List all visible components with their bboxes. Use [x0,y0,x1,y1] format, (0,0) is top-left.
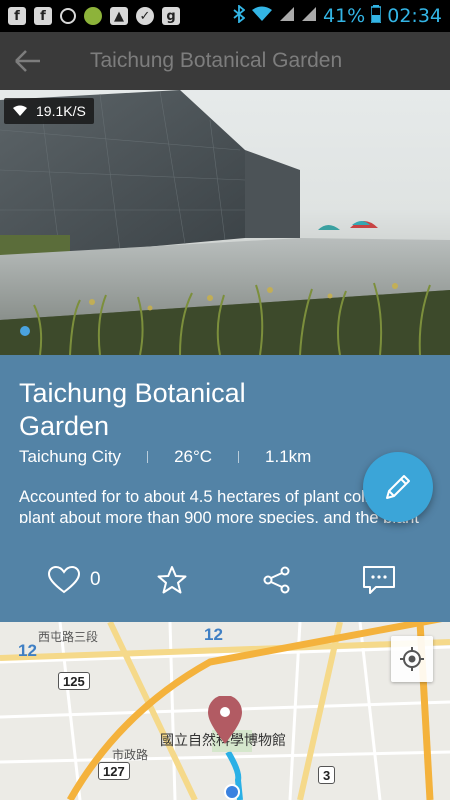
hero-image[interactable]: 19.1K/S [0,90,450,355]
network-speed: 19.1K/S [36,103,86,119]
app-icon [84,7,102,25]
network-speed-badge: 19.1K/S [4,98,94,124]
gps-icon [60,8,76,24]
favorite-button[interactable] [157,560,187,600]
edit-fab-button[interactable] [363,452,433,522]
pencil-icon [386,475,410,499]
share-icon [263,566,290,594]
route-shield: 125 [58,672,90,690]
back-button[interactable] [0,32,56,90]
action-bar: 0 [0,560,450,600]
place-meta: Taichung City 26°C 1.1km [19,447,311,467]
wifi-icon [251,5,273,27]
star-icon [157,566,187,594]
pager-indicator [20,326,30,336]
facebook-icon: f [34,7,52,25]
divider [147,451,149,463]
status-bar: f f ▲ ✓ g 41% 02:34 [0,0,450,32]
place-name: Taichung Botanical Garden [19,378,246,441]
bluetooth-icon [233,3,246,28]
page-title: Taichung Botanical Garden [90,49,343,72]
signal-icon [279,5,295,27]
temperature-label: 26°C [174,447,213,466]
image-icon: ▲ [110,7,128,25]
map-street-label: 西屯路三段 [38,630,99,644]
signal-icon [301,5,317,27]
crosshair-icon [400,647,424,671]
battery-percent: 41% [323,5,366,27]
arrow-left-icon [15,50,40,72]
share-button[interactable] [263,560,291,600]
like-count: 0 [90,569,101,590]
route-shield: 127 [98,762,130,780]
like-button[interactable]: 0 [48,560,101,600]
route-shield: 12 [204,625,223,644]
divider [238,451,240,463]
comment-button[interactable] [362,560,396,600]
map-road-label: 市政路 [112,748,149,762]
facebook-icon: f [8,7,26,25]
description-fade [0,523,450,539]
location-pin-icon[interactable] [205,695,245,746]
comment-icon [363,566,395,594]
heart-icon [48,566,80,594]
wifi-icon [13,105,27,116]
distance-label: 1.1km [265,447,312,466]
garden-photo [0,90,450,355]
battery-icon [370,4,382,28]
route-shield: 12 [18,641,37,660]
check-icon: ✓ [136,7,154,25]
clock: 02:34 [387,5,442,27]
route-shield: 3 [318,766,336,784]
city-label: Taichung City [19,447,122,466]
location-map[interactable]: 西屯路三段 國立自然科學博物館 市政路 12 12 125 127 3 [0,622,450,800]
app-bar: Taichung Botanical Garden [0,32,450,90]
my-location-button[interactable] [391,636,433,682]
google-plus-icon: g [162,7,180,25]
